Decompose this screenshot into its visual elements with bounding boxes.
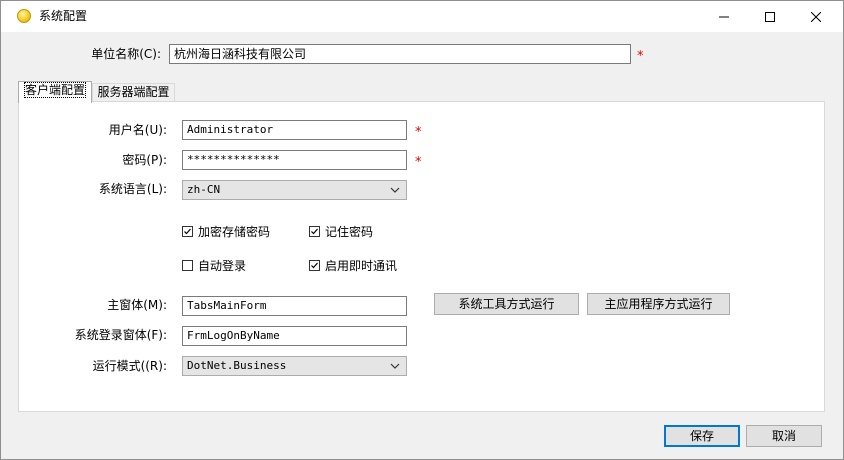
chevron-down-icon [390,363,400,369]
auto-login-label: 自动登录 [198,259,247,273]
title-bar[interactable]: 系统配置 [1,1,843,32]
company-required-marker: * [637,49,644,64]
encrypt-password-label: 加密存储密码 [198,225,271,239]
run-mode-select[interactable]: DotNet.Business [182,356,407,376]
language-label: 系统语言(L): [98,182,167,196]
maximize-icon [765,11,775,22]
remember-password-checkbox[interactable]: 记住密码 [309,223,373,240]
checkbox-box [309,260,320,271]
checkmark-icon [184,228,191,235]
password-input[interactable]: ************** [182,150,407,170]
enable-im-checkbox[interactable]: 启用即时通讯 [309,257,397,274]
window-title: 系统配置 [39,9,88,23]
main-form-label: 主窗体(M): [107,298,167,312]
tab-client-config[interactable]: 客户端配置 [18,81,92,103]
company-name-input[interactable]: 杭州海日涵科技有限公司 [169,44,631,64]
close-button[interactable] [793,1,839,32]
auto-login-checkbox[interactable]: 自动登录 [182,257,246,274]
save-button[interactable]: 保存 [664,425,740,447]
username-input[interactable]: Administrator [182,120,407,140]
language-select[interactable]: zh-CN [182,180,407,200]
company-name-label: 单位名称(C): [91,47,161,61]
chevron-down-icon [390,187,400,193]
main-form-input[interactable]: TabsMainForm [182,296,407,316]
password-label: 密码(P): [122,153,167,167]
checkbox-box [309,226,320,237]
client-config-panel: 用户名(U): Administrator * 密码(P): *********… [18,101,825,412]
tab-server-config[interactable]: 服务器端配置 [92,83,175,102]
run-mode-label: 运行模式((R): [92,359,167,373]
minimize-icon [719,16,729,17]
remember-password-label: 记住密码 [325,225,374,239]
sun-icon [17,9,31,23]
enable-im-label: 启用即时通讯 [325,259,398,273]
run-mode-select-value: DotNet.Business [187,359,287,372]
language-select-value: zh-CN [187,183,221,196]
maximize-button[interactable] [747,1,793,32]
username-required-marker: * [415,125,422,140]
cancel-button[interactable]: 取消 [746,425,822,447]
checkmark-icon [311,228,318,235]
close-icon [811,11,821,22]
checkbox-box [182,260,193,271]
encrypt-password-checkbox[interactable]: 加密存储密码 [182,223,270,240]
login-form-label: 系统登录窗体(F): [74,328,167,342]
run-as-system-tool-button[interactable]: 系统工具方式运行 [434,293,579,315]
checkmark-icon [311,262,318,269]
run-as-main-app-button[interactable]: 主应用程序方式运行 [587,293,730,315]
login-form-input[interactable]: FrmLogOnByName [182,326,407,346]
minimize-button[interactable] [701,1,747,32]
system-config-dialog: 系统配置 单位名称(C): 杭州海日涵科技有限公司 * 客户端配置 服务器端配置… [0,0,844,460]
checkbox-box [182,226,193,237]
tab-server-config-label: 服务器端配置 [97,85,170,99]
tab-client-config-label: 客户端配置 [23,82,87,98]
password-required-marker: * [415,155,422,170]
username-label: 用户名(U): [108,123,167,137]
